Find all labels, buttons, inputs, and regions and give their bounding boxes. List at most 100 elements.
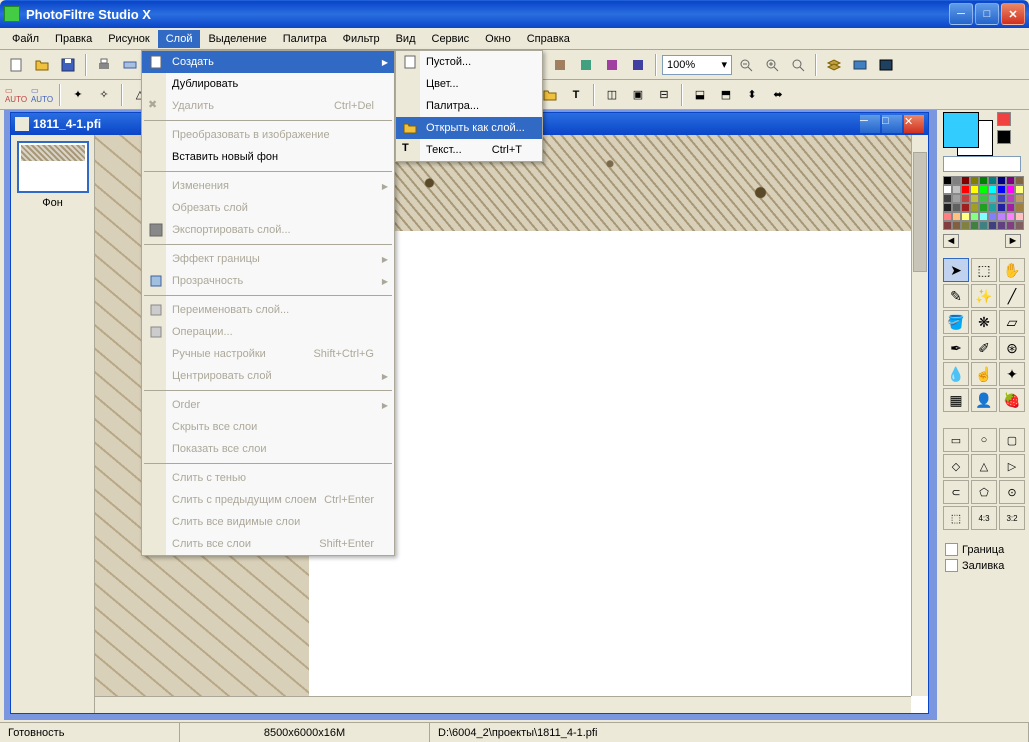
menu-правка[interactable]: Правка: [47, 30, 100, 48]
swatch[interactable]: [997, 221, 1006, 230]
menu1-item-1[interactable]: Дублировать: [142, 73, 394, 95]
swatch[interactable]: [970, 221, 979, 230]
auto1-button[interactable]: ▭AUTO: [4, 83, 28, 107]
swatch[interactable]: [988, 194, 997, 203]
swatch[interactable]: [1006, 194, 1015, 203]
fullscreen-button[interactable]: [874, 53, 898, 77]
menu1-item-5[interactable]: Вставить новый фон: [142, 146, 394, 168]
line-tool[interactable]: ╱: [999, 284, 1025, 308]
fill-checkbox-row[interactable]: Заливка: [945, 559, 1004, 572]
menu2-item-3[interactable]: Открыть как слой...: [396, 117, 542, 139]
swatch[interactable]: [979, 176, 988, 185]
swatch[interactable]: [970, 176, 979, 185]
border-checkbox[interactable]: [945, 543, 958, 556]
swatch[interactable]: [979, 212, 988, 221]
swatch[interactable]: [970, 203, 979, 212]
drop-shape[interactable]: ⊙: [999, 480, 1025, 504]
swatch[interactable]: [952, 194, 961, 203]
lyr-ctl1-button[interactable]: ◫: [600, 83, 624, 107]
layer-thumb-bg[interactable]: [17, 141, 89, 193]
triangle-shape[interactable]: △: [971, 454, 997, 478]
menu-палитра[interactable]: Палитра: [275, 30, 335, 48]
menu2-item-2[interactable]: Палитра...: [396, 95, 542, 117]
palette-next[interactable]: ►: [1005, 234, 1021, 248]
img-misc-button[interactable]: [600, 53, 624, 77]
swatch[interactable]: [961, 221, 970, 230]
sepia-button[interactable]: [548, 53, 572, 77]
wand-tool[interactable]: ✨: [971, 284, 997, 308]
swatch[interactable]: [961, 203, 970, 212]
menu-справка[interactable]: Справка: [519, 30, 578, 48]
maximize-button[interactable]: □: [975, 3, 999, 25]
zoom-out-button[interactable]: [734, 53, 758, 77]
clone-tool[interactable]: ⊛: [999, 336, 1025, 360]
poly-shape[interactable]: ⬠: [971, 480, 997, 504]
lyr-ord2-button[interactable]: ⬒: [714, 83, 738, 107]
swatch[interactable]: [952, 185, 961, 194]
lyr-text-button[interactable]: T: [564, 83, 588, 107]
swatch[interactable]: [988, 203, 997, 212]
swatch[interactable]: [979, 194, 988, 203]
minimize-button[interactable]: ─: [949, 3, 973, 25]
swatch[interactable]: [970, 185, 979, 194]
menu-вид[interactable]: Вид: [388, 30, 424, 48]
swatch[interactable]: [952, 176, 961, 185]
palette-dropdown[interactable]: [943, 156, 1021, 172]
doc-close-button[interactable]: ✕: [904, 115, 924, 133]
menu-слой[interactable]: Слой: [158, 30, 201, 48]
lyr-mrg-button[interactable]: ⬍: [740, 83, 764, 107]
stamp-tool[interactable]: 🍓: [999, 388, 1025, 412]
retouch-tool[interactable]: ✦: [999, 362, 1025, 386]
grid-tool[interactable]: ▦: [943, 388, 969, 412]
swatch[interactable]: [997, 212, 1006, 221]
wand1-button[interactable]: ✦: [66, 83, 90, 107]
print-button[interactable]: [92, 53, 116, 77]
border-checkbox-row[interactable]: Граница: [945, 543, 1004, 556]
fill-tool[interactable]: 🪣: [943, 310, 969, 334]
swatch[interactable]: [1015, 185, 1024, 194]
color-palette[interactable]: [943, 176, 1024, 230]
zoom-fit-button[interactable]: [786, 53, 810, 77]
menu-файл[interactable]: Файл: [4, 30, 47, 48]
menu2-item-0[interactable]: Пустой...: [396, 51, 542, 73]
brush-tool[interactable]: ✒: [943, 336, 969, 360]
swatch[interactable]: [1006, 176, 1015, 185]
swatch[interactable]: [970, 194, 979, 203]
zoom-select[interactable]: 100%▾: [662, 55, 732, 75]
swatch[interactable]: [943, 194, 952, 203]
scanner-button[interactable]: [118, 53, 142, 77]
doc-minimize-button[interactable]: ─: [860, 115, 880, 133]
img-adj-button[interactable]: [574, 53, 598, 77]
swatch[interactable]: [988, 212, 997, 221]
menu-рисунок[interactable]: Рисунок: [100, 30, 158, 48]
fill-checkbox[interactable]: [945, 559, 958, 572]
new-button[interactable]: [4, 53, 28, 77]
swatch[interactable]: [1006, 212, 1015, 221]
swatch[interactable]: [943, 185, 952, 194]
swatch[interactable]: [952, 212, 961, 221]
close-button[interactable]: ✕: [1001, 3, 1025, 25]
face-tool[interactable]: 👤: [971, 388, 997, 412]
browser-button[interactable]: [848, 53, 872, 77]
swatch[interactable]: [961, 176, 970, 185]
rect-shape[interactable]: ▭: [943, 428, 969, 452]
smudge-tool[interactable]: ☝: [971, 362, 997, 386]
swatch[interactable]: [979, 203, 988, 212]
swatch[interactable]: [997, 194, 1006, 203]
menu-фильтр[interactable]: Фильтр: [335, 30, 388, 48]
swatch[interactable]: [1015, 221, 1024, 230]
menu-выделение[interactable]: Выделение: [200, 30, 274, 48]
pointer-tool[interactable]: ➤: [943, 258, 969, 282]
menu2-item-1[interactable]: Цвет...: [396, 73, 542, 95]
swatch[interactable]: [943, 176, 952, 185]
swatch[interactable]: [988, 176, 997, 185]
swatch[interactable]: [1006, 221, 1015, 230]
layers-button[interactable]: [822, 53, 846, 77]
menu-окно[interactable]: Окно: [477, 30, 519, 48]
lyr-ctl3-button[interactable]: ⊟: [652, 83, 676, 107]
advbrush-tool[interactable]: ✐: [971, 336, 997, 360]
doc-maximize-button[interactable]: □: [882, 115, 902, 133]
mini-swatch-red[interactable]: [997, 112, 1011, 126]
ellipse-shape[interactable]: ○: [971, 428, 997, 452]
palette-prev[interactable]: ◄: [943, 234, 959, 248]
